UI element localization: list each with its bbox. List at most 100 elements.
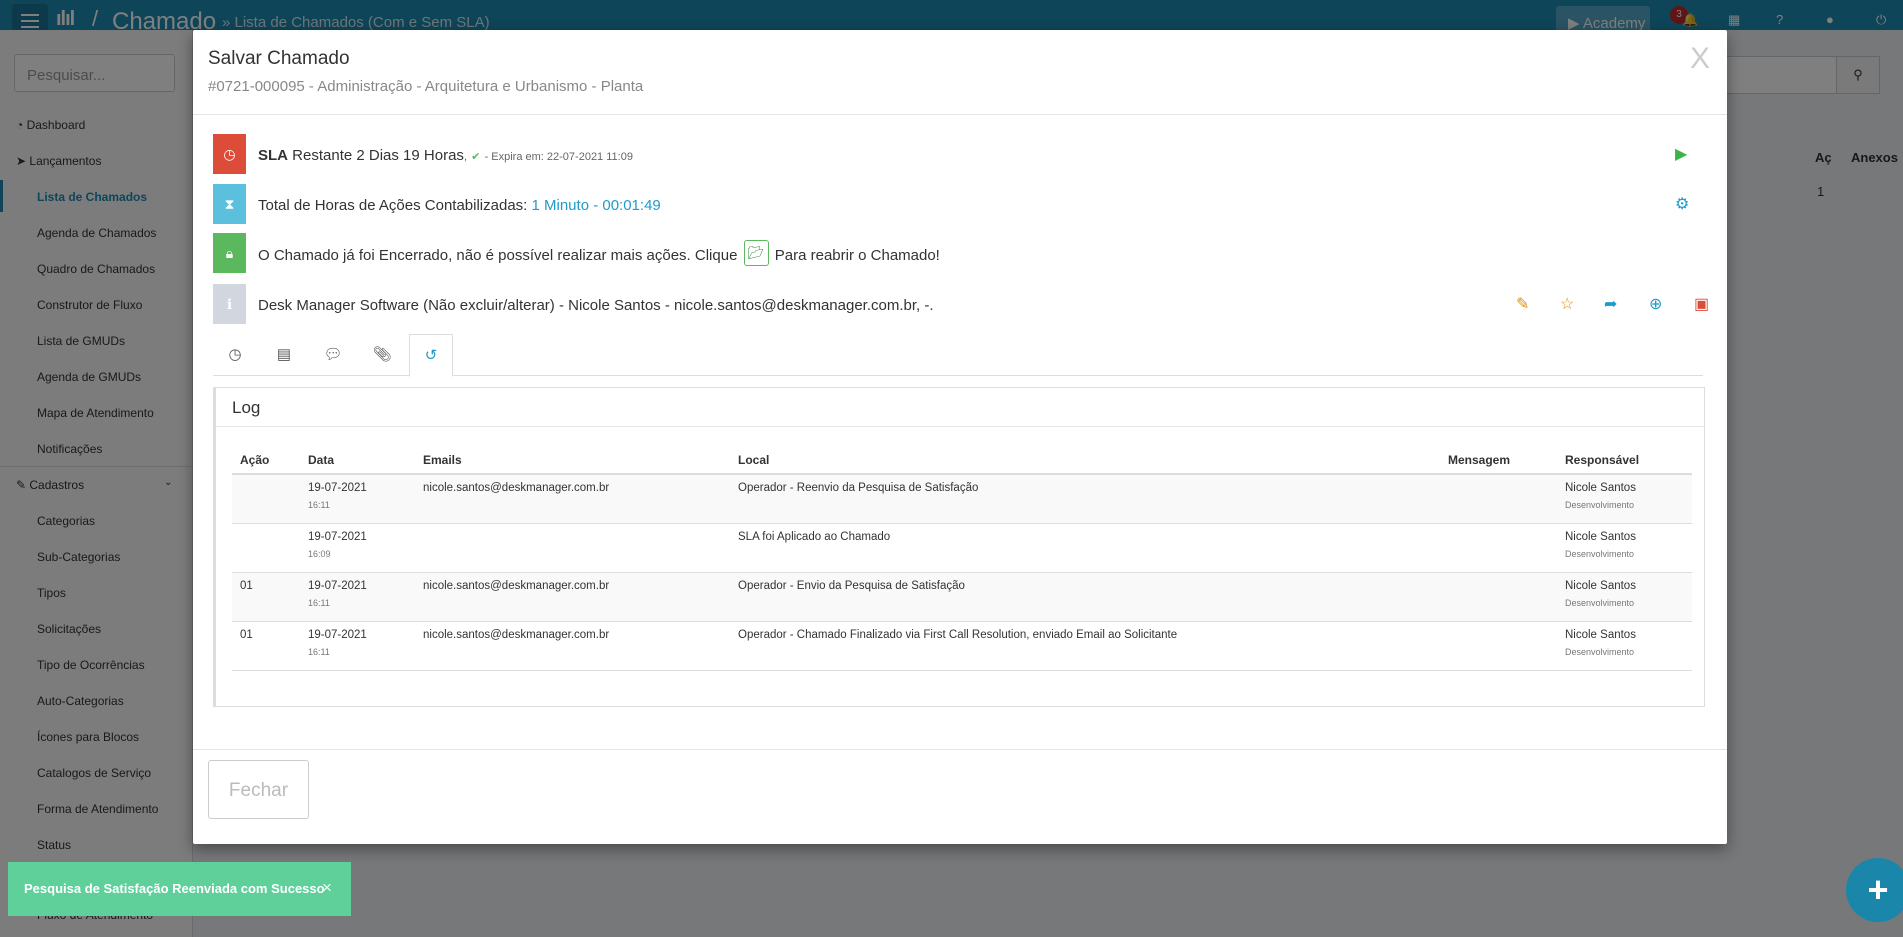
cell-time: 16:11 — [308, 500, 330, 510]
cell-time: 16:09 — [308, 548, 331, 559]
play-icon[interactable]: ▶ — [1675, 144, 1687, 164]
column-header-mensagem: Mensagem — [1440, 444, 1557, 475]
modal-close-button[interactable]: X — [1690, 42, 1710, 76]
cell-responsavel: Nicole Santos Desenvolvimento — [1557, 523, 1692, 573]
cell-user: Nicole Santos — [1565, 482, 1636, 494]
clock-icon: ◷ — [228, 346, 242, 363]
cell-responsavel: Nicole Santos Desenvolvimento — [1557, 474, 1692, 524]
cell-acao: 01 — [232, 621, 300, 671]
cell-data: 19-07-2021 16:09 — [300, 523, 415, 573]
cell-department: Desenvolvimento — [1565, 646, 1635, 657]
closed-status-row: 🔒︎ O Chamado já foi Encerrado, não é pos… — [213, 233, 1703, 273]
hours-text: Total de Horas de Ações Contabilizadas: … — [258, 197, 661, 214]
column-header-data: Data — [300, 444, 415, 475]
log-panel: Log Ação Data Emails Local Mensagem Resp… — [213, 387, 1705, 707]
modal-title: Salvar Chamado — [208, 48, 350, 69]
gear-icon[interactable]: ⚙ — [1675, 194, 1689, 214]
reopen-ticket-button[interactable]: 📂︎ — [743, 240, 769, 266]
plus-circle-icon[interactable]: ⊕ — [1649, 294, 1662, 314]
table-row: 01 19-07-2021 16:11 nicole.santos@deskman… — [232, 621, 1692, 671]
modal-header-divider — [193, 114, 1727, 115]
table-row: 01 19-07-2021 16:11 nicole.santos@deskman… — [232, 572, 1692, 622]
cell-time: 16:11 — [308, 646, 330, 657]
cell-local: SLA foi Aplicado ao Chamado — [730, 523, 1440, 573]
tab-history[interactable]: ◷ — [213, 334, 257, 376]
column-header-local: Local — [730, 444, 1440, 475]
comments-icon: 💬︎ — [323, 346, 343, 363]
closed-text-after: Para reabrir o Chamado! — [774, 246, 940, 264]
sla-remaining: Restante 2 Dias 19 Horas — [292, 147, 464, 164]
cell-date: 19-07-2021 — [308, 530, 367, 543]
add-floating-button[interactable]: + — [1846, 858, 1903, 922]
log-divider — [216, 426, 1705, 427]
info-icon: ℹ — [213, 284, 246, 324]
hours-row: ⧗ Total de Horas de Ações Contabilizadas… — [213, 184, 1703, 224]
log-table-header: Ação Data Emails Local Mensagem Responsá… — [232, 444, 1692, 475]
cell-mensagem — [1440, 621, 1557, 671]
log-title: Log — [232, 398, 261, 417]
list-icon: ▤ — [276, 346, 292, 363]
paperclip-icon: 📎︎ — [372, 346, 392, 363]
hourglass-icon: ⧗ — [213, 184, 246, 224]
toast-close-button[interactable]: × — [322, 878, 332, 898]
cell-department: Desenvolvimento — [1565, 597, 1635, 608]
hours-label: Total de Horas de Ações Contabilizadas: — [258, 197, 528, 214]
toast-message: Pesquisa de Satisfação Reenviada com Suc… — [24, 881, 325, 896]
close-button[interactable]: Fechar — [208, 760, 309, 819]
cell-date: 19-07-2021 — [308, 482, 367, 494]
save-ticket-modal: Salvar Chamado #0721-000095 - Administra… — [193, 30, 1727, 844]
clock-icon: ◷ — [213, 134, 246, 174]
tab-comments[interactable]: 💬︎ — [311, 334, 355, 376]
cell-email: nicole.santos@deskmanager.com.br — [415, 621, 730, 671]
plus-icon: + — [1867, 869, 1889, 910]
cell-local: Operador - Chamado Finalizado via First … — [730, 621, 1440, 671]
cell-time: 16:11 — [308, 597, 330, 608]
cell-department: Desenvolvimento — [1565, 548, 1635, 559]
cell-email: nicole.santos@deskmanager.com.br — [415, 572, 730, 622]
check-icon: ✔ — [471, 151, 481, 163]
cell-email: nicole.santos@deskmanager.com.br — [415, 474, 730, 524]
column-header-emails: Emails — [415, 444, 730, 475]
cell-user: Nicole Santos — [1565, 530, 1636, 543]
closed-text: O Chamado já foi Encerrado, não é possív… — [258, 240, 940, 266]
tab-details[interactable]: ▤ — [262, 334, 306, 376]
cell-acao — [232, 523, 300, 573]
sla-label: SLA — [258, 147, 288, 164]
cell-data: 19-07-2021 16:11 — [300, 572, 415, 622]
lock-icon: 🔒︎ — [213, 233, 246, 273]
ticket-tabs: ◷ ▤ 💬︎ 📎︎ ↺ — [213, 334, 1703, 377]
pencil-icon[interactable]: ✎ — [1516, 294, 1529, 314]
history-icon: ↺ — [424, 347, 438, 364]
cell-acao: 01 — [232, 572, 300, 622]
cell-data: 19-07-2021 16:11 — [300, 621, 415, 671]
cell-date: 19-07-2021 — [308, 628, 367, 641]
briefcase-icon[interactable]: ▣ — [1694, 294, 1709, 314]
sla-text: SLA Restante 2 Dias 19 Horas, ✔ - Expira… — [258, 147, 633, 164]
cell-department: Desenvolvimento — [1565, 500, 1635, 510]
table-row: 19-07-2021 16:09 SLA foi Aplicado ao Cham… — [232, 523, 1692, 573]
cell-date: 19-07-2021 — [308, 579, 367, 592]
cell-mensagem — [1440, 572, 1557, 622]
star-icon[interactable]: ☆ — [1560, 294, 1574, 314]
cell-user: Nicole Santos — [1565, 579, 1636, 592]
requester-text: Desk Manager Software (Não excluir/alter… — [258, 297, 934, 314]
cell-local: Operador - Envio da Pesquisa de Satisfaç… — [730, 572, 1440, 622]
tab-attachments[interactable]: 📎︎ — [360, 334, 404, 376]
modal-footer-divider — [193, 749, 1727, 750]
modal-subtitle: #0721-000095 - Administração - Arquitetu… — [208, 78, 644, 95]
cell-responsavel: Nicole Santos Desenvolvimento — [1557, 621, 1692, 671]
hours-value: 1 Minuto - 00:01:49 — [531, 197, 661, 214]
column-header-acao: Ação — [232, 444, 300, 475]
cell-local: Operador - Reenvio da Pesquisa de Satisf… — [730, 474, 1440, 524]
share-icon[interactable]: ➦ — [1604, 294, 1617, 314]
cell-user: Nicole Santos — [1565, 628, 1636, 641]
success-toast: Pesquisa de Satisfação Reenviada com Suc… — [8, 862, 351, 916]
sla-expires: - Expira em: 22-07-2021 11:09 — [484, 151, 633, 163]
table-row: 19-07-2021 16:11 nicole.santos@deskmanage… — [232, 474, 1692, 524]
sla-comma: , — [463, 151, 467, 163]
requester-row: ℹ Desk Manager Software (Não excluir/alt… — [213, 284, 1709, 324]
cell-mensagem — [1440, 523, 1557, 573]
tab-log[interactable]: ↺ — [409, 334, 453, 377]
cell-acao — [232, 474, 300, 524]
folder-open-icon: 📂︎ — [747, 245, 765, 260]
